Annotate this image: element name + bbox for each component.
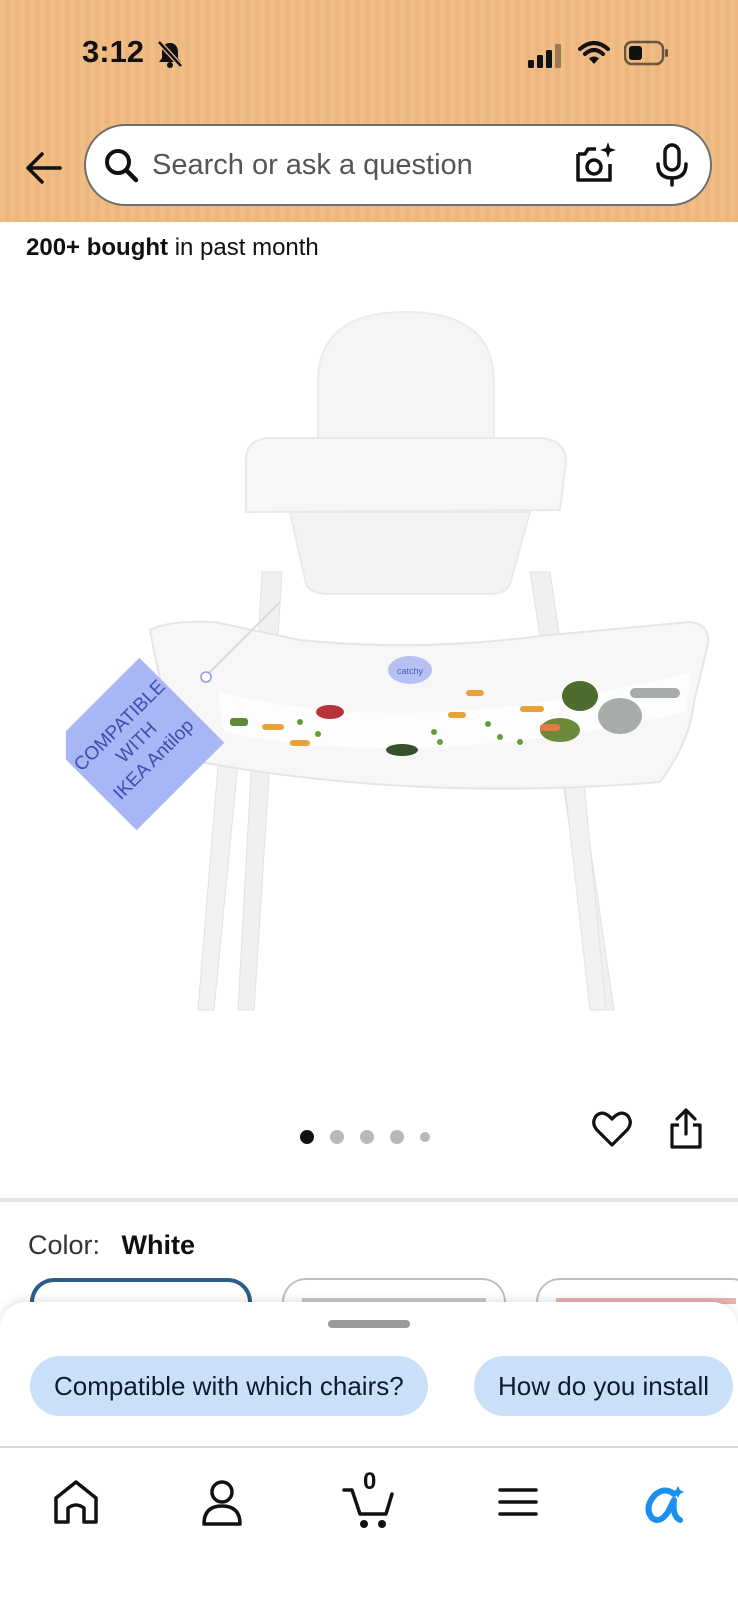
app-header: 3:12	[0, 0, 738, 222]
suggestion-chip[interactable]: How do you install	[474, 1356, 733, 1416]
wifi-icon	[578, 41, 610, 64]
sheet-drag-handle[interactable]	[328, 1320, 410, 1328]
bought-count-bold: 200+ bought	[26, 234, 169, 261]
microphone-icon[interactable]	[652, 142, 692, 188]
carousel-dot-5[interactable]	[420, 1132, 430, 1142]
bought-count-rest: in past month	[168, 234, 319, 261]
cart-count: 0	[363, 1468, 377, 1495]
search-bar[interactable]	[84, 124, 712, 206]
rufus-icon[interactable]	[634, 1472, 694, 1532]
suggestion-sheet: Compatible with which chairs? How do you…	[0, 1302, 738, 1448]
suggestion-chip[interactable]: Compatible with which chairs?	[30, 1356, 428, 1416]
color-label: Color:	[28, 1230, 101, 1260]
search-input[interactable]	[152, 146, 542, 184]
carousel-dot-3[interactable]	[360, 1130, 374, 1144]
bell-muted-icon	[157, 40, 183, 68]
account-icon[interactable]	[192, 1472, 252, 1532]
carousel-dot-1[interactable]	[300, 1130, 314, 1144]
color-value: White	[121, 1230, 196, 1260]
bottom-nav: 0	[0, 1446, 738, 1602]
search-icon	[105, 149, 139, 183]
menu-icon[interactable]	[488, 1472, 548, 1532]
home-icon[interactable]	[46, 1472, 106, 1532]
section-divider	[0, 1198, 738, 1202]
bought-count: 200+ bought in past month	[26, 234, 319, 262]
color-selector-label: Color: White	[28, 1230, 195, 1261]
battery-icon	[624, 40, 668, 66]
carousel-dot-4[interactable]	[390, 1130, 404, 1144]
svg-text:catchy: catchy	[397, 666, 424, 676]
back-arrow-icon[interactable]	[20, 144, 68, 192]
product-image[interactable]: catchy COMPATIBLE WITH IKEA Antilop	[0, 272, 738, 1072]
camera-search-icon[interactable]	[572, 140, 618, 186]
signal-icon	[528, 44, 561, 68]
status-time: 3:12	[82, 34, 145, 69]
carousel-dot-2[interactable]	[330, 1130, 344, 1144]
cart-button[interactable]: 0	[340, 1468, 400, 1532]
share-icon[interactable]	[668, 1108, 704, 1150]
heart-icon[interactable]	[592, 1110, 632, 1148]
